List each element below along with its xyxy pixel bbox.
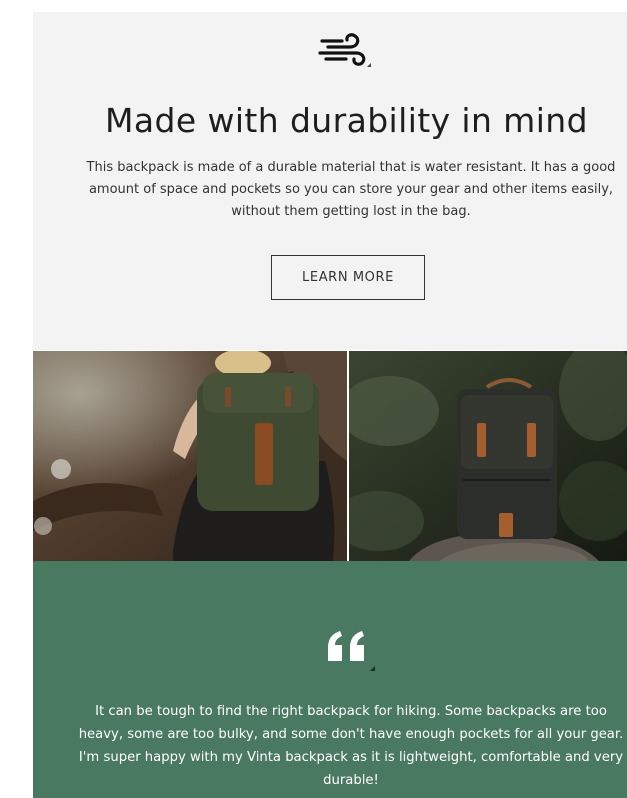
headline: Made with durability in mind <box>105 101 588 140</box>
testimonial-quote: It can be tough to find the right backpa… <box>78 704 624 788</box>
wind-icon <box>318 33 371 67</box>
testimonial-section: It can be tough to find the right backpa… <box>33 561 627 798</box>
photo-gallery <box>33 351 627 561</box>
hero-section: Made with durability in mind This backpa… <box>33 12 627 350</box>
hero-description: This backpack is made of a durable mater… <box>86 160 616 219</box>
learn-more-button[interactable]: LEARN MORE <box>271 255 425 300</box>
quote-icon <box>328 631 375 671</box>
backpack-on-rock-photo <box>349 351 627 561</box>
hiker-wearing-backpack-photo <box>33 351 347 561</box>
page: Made with durability in mind This backpa… <box>0 0 627 798</box>
